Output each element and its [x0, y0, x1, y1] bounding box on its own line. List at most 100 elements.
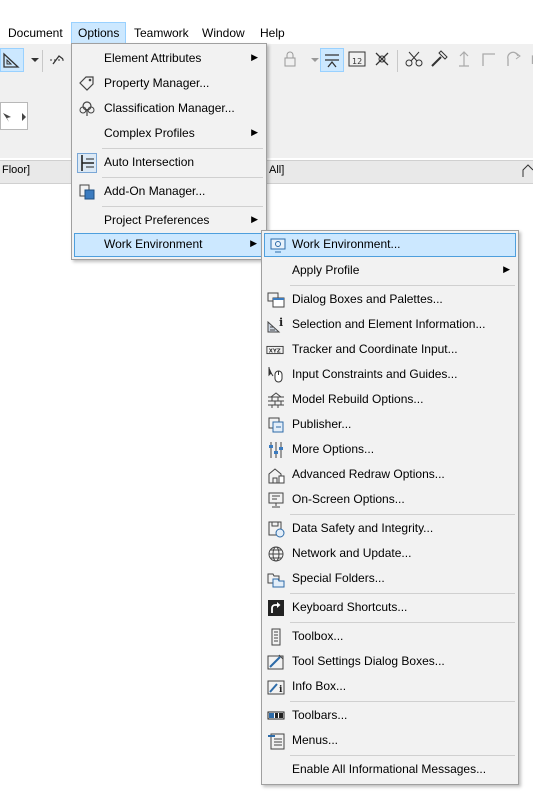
- globe-icon: [267, 545, 285, 563]
- menu-document[interactable]: Document: [2, 22, 69, 44]
- tool-settings-icon: [267, 653, 285, 671]
- hammer-button[interactable]: [427, 48, 451, 72]
- menu-item-auto-intersection[interactable]: Auto Intersection: [74, 151, 264, 175]
- menu-item-input-constraints[interactable]: Input Constraints and Guides...: [264, 363, 516, 387]
- toolbar-separator: [397, 50, 398, 72]
- menu-item-keyboard-shortcuts[interactable]: Keyboard Shortcuts...: [264, 596, 516, 620]
- info-box-icon: i: [267, 678, 285, 696]
- options-menu: Element Attributes ▶ Property Manager...…: [71, 43, 267, 260]
- toolbox-icon: [267, 628, 285, 646]
- menu-item-dialog-boxes-palettes[interactable]: Dialog Boxes and Palettes...: [264, 288, 516, 312]
- menu-item-apply-profile[interactable]: Apply Profile ▶: [264, 259, 516, 283]
- menu-separator: [102, 148, 263, 149]
- snap-line-icon: [50, 55, 66, 65]
- menu-item-element-attributes[interactable]: Element Attributes ▶: [74, 47, 264, 71]
- menu-item-label: Work Environment: [104, 237, 203, 251]
- menu-item-network-update[interactable]: Network and Update...: [264, 542, 516, 566]
- menu-item-special-folders[interactable]: Special Folders...: [264, 567, 516, 591]
- elevation-icon: [459, 51, 469, 67]
- grid-12-icon: 12: [348, 51, 366, 67]
- menu-item-model-rebuild[interactable]: Model Rebuild Options...: [264, 388, 516, 412]
- palettes-icon: [267, 291, 285, 309]
- menu-item-on-screen-options[interactable]: On-Screen Options...: [264, 488, 516, 512]
- hammer-icon: [431, 50, 448, 67]
- menu-item-label: Classification Manager...: [104, 101, 235, 115]
- menu-separator: [102, 177, 263, 178]
- menu-options[interactable]: Options: [71, 22, 127, 44]
- menu-item-label: Apply Profile: [292, 263, 360, 277]
- addon-icon: [78, 183, 96, 201]
- redo-button[interactable]: [502, 48, 526, 72]
- menu-item-selection-element-info[interactable]: i Selection and Element Information...: [264, 313, 516, 337]
- corner-icon: [482, 53, 495, 66]
- menu-item-project-preferences[interactable]: Project Preferences ▶: [74, 209, 264, 233]
- menu-item-tracker-coordinate[interactable]: XYZ Tracker and Coordinate Input...: [264, 338, 516, 362]
- monitor-icon: [267, 491, 285, 509]
- menu-item-advanced-redraw[interactable]: Advanced Redraw Options...: [264, 463, 516, 487]
- svg-text:12: 12: [352, 57, 362, 66]
- submenu-arrow-icon: ▶: [250, 238, 257, 248]
- lock-button[interactable]: [278, 48, 302, 72]
- menu-item-label: Info Box...: [292, 679, 347, 693]
- floor-tab-label[interactable]: Floor]: [2, 164, 30, 176]
- cross-snap-button[interactable]: [370, 48, 394, 72]
- menu-item-label: Selection and Element Information...: [292, 317, 486, 331]
- corner-button[interactable]: [477, 48, 501, 72]
- menu-item-property-manager[interactable]: Property Manager...: [74, 72, 264, 96]
- tree-icon: [78, 100, 96, 118]
- publisher-icon: [267, 416, 285, 434]
- menu-item-add-on-manager[interactable]: Add-On Manager...: [74, 180, 264, 204]
- arrow-tool-button[interactable]: [0, 102, 28, 130]
- dropdown-arrow-button[interactable]: [24, 48, 40, 72]
- menu-item-info-box[interactable]: i Info Box...: [264, 675, 516, 699]
- menu-item-classification-manager[interactable]: Classification Manager...: [74, 97, 264, 121]
- menu-item-label: Enable All Informational Messages...: [292, 762, 487, 776]
- menu-item-label: Auto Intersection: [104, 155, 195, 169]
- menu-item-menus[interactable]: Menus...: [264, 729, 516, 753]
- menu-item-data-safety[interactable]: Data Safety and Integrity...: [264, 517, 516, 541]
- menu-bar: Document Options Teamwork Window Help: [0, 22, 533, 44]
- menu-item-publisher[interactable]: Publisher...: [264, 413, 516, 437]
- all-tab-label[interactable]: All]: [269, 164, 284, 176]
- gravity-button[interactable]: [320, 48, 344, 72]
- menu-item-toolbox[interactable]: Toolbox...: [264, 625, 516, 649]
- menu-item-label: Menus...: [292, 733, 339, 747]
- menu-separator: [290, 285, 515, 286]
- house-tab-icon: [522, 164, 533, 177]
- snap-tool-button[interactable]: [46, 48, 70, 72]
- menu-item-more-options[interactable]: More Options...: [264, 438, 516, 462]
- menu-item-tool-settings[interactable]: Tool Settings Dialog Boxes...: [264, 650, 516, 674]
- menu-item-work-environment[interactable]: Work Environment ▶: [74, 233, 264, 257]
- grid-snap-button[interactable]: 12: [345, 48, 369, 72]
- menu-separator: [290, 755, 515, 756]
- menu-window[interactable]: Window: [196, 22, 251, 44]
- svg-text:i: i: [279, 685, 283, 695]
- svg-text:i: i: [279, 316, 283, 329]
- scissors-button[interactable]: [402, 48, 426, 72]
- sliders-icon: [267, 441, 285, 459]
- toolbar-separator: [42, 50, 43, 72]
- shortcut-arrow-icon: [267, 599, 285, 617]
- menu-teamwork[interactable]: Teamwork: [128, 22, 195, 44]
- menu-item-complex-profiles[interactable]: Complex Profiles ▶: [74, 122, 264, 146]
- menu-item-label: Property Manager...: [104, 76, 210, 90]
- menu-item-label: Tracker and Coordinate Input...: [292, 342, 458, 356]
- gravity-icon: [325, 54, 339, 68]
- house-redraw-icon: [267, 466, 285, 484]
- menu-separator: [290, 514, 515, 515]
- submenu-arrow-icon: ▶: [251, 127, 258, 137]
- menu-item-enable-all-messages[interactable]: Enable All Informational Messages...: [264, 758, 516, 782]
- menu-separator: [290, 622, 515, 623]
- menu-item-toolbars[interactable]: Toolbars...: [264, 704, 516, 728]
- pointer-arrow-icon: [3, 113, 26, 122]
- submenu-arrow-icon: ▶: [251, 52, 258, 62]
- partial-icon: [531, 55, 533, 64]
- lock-dropdown-button[interactable]: [304, 48, 319, 72]
- menu-item-work-environment-dialog[interactable]: Work Environment...: [264, 233, 516, 257]
- more-button[interactable]: [524, 48, 533, 72]
- triangle-tool-button[interactable]: [0, 48, 24, 72]
- elevation-button[interactable]: [452, 48, 476, 72]
- menu-help[interactable]: Help: [254, 22, 291, 44]
- menu-item-label: Special Folders...: [292, 571, 385, 585]
- save-shield-icon: [267, 520, 285, 538]
